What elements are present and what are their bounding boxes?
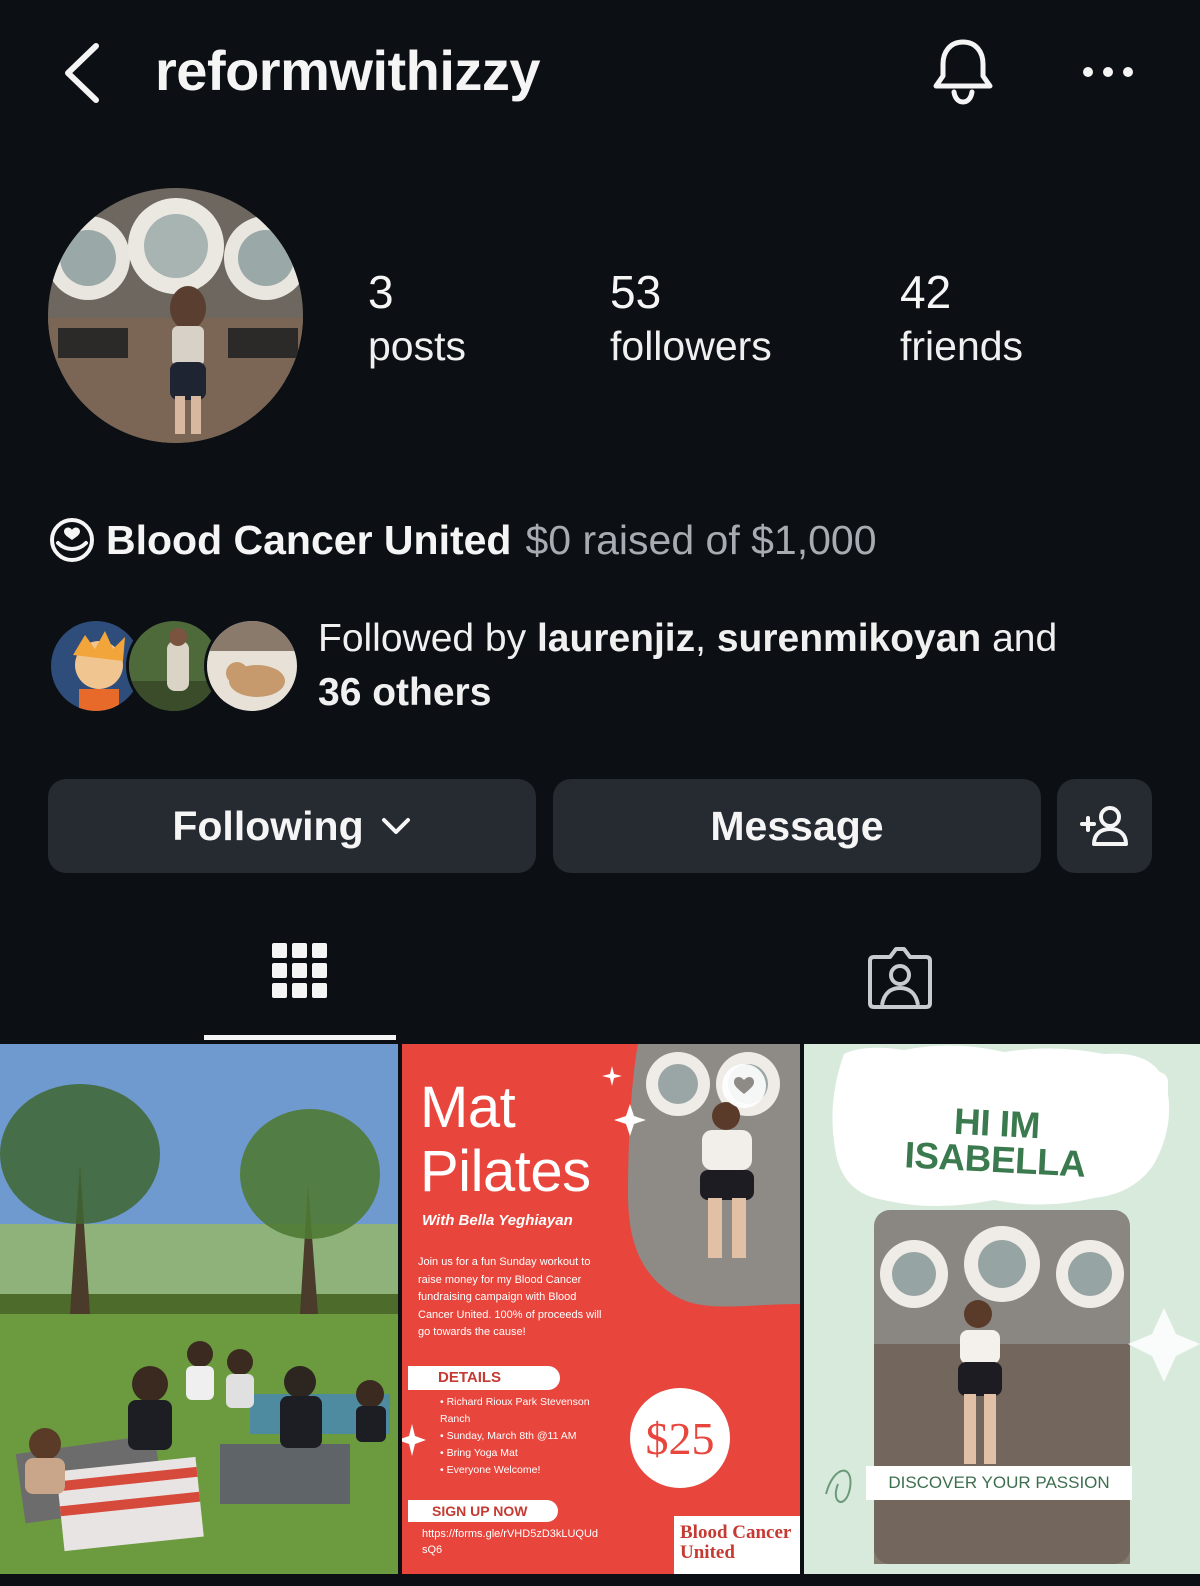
- more-options-button[interactable]: [1078, 52, 1138, 92]
- poster-detail-item: • Bring Yoga Mat: [440, 1447, 518, 1459]
- followers-label: followers: [610, 323, 772, 369]
- poster-detail-item: • Sunday, March 8th @11 AM: [440, 1430, 577, 1442]
- fundraiser-heart-icon: [50, 518, 94, 562]
- followed-by-prefix: Followed by: [318, 617, 537, 660]
- poster-org: Blood Cancer United: [674, 1516, 800, 1574]
- more-dots-icon: [1083, 67, 1133, 77]
- poster-title-line1: Mat: [420, 1075, 516, 1140]
- tagged-person-icon: [868, 947, 932, 1009]
- intro-banner: DISCOVER YOUR PASSION: [866, 1466, 1132, 1500]
- mutual-avatar: [204, 618, 300, 714]
- friends-label: friends: [900, 323, 1024, 369]
- bell-icon: [933, 39, 993, 105]
- poster-details-label: DETAILS: [408, 1366, 560, 1390]
- friends-count: 42: [900, 266, 952, 318]
- poster-title-line2: Pilates: [420, 1139, 591, 1204]
- post-thumbnail-intro[interactable]: HI IM ISABELLA DISCOVER YOUR PASSION: [804, 1044, 1200, 1574]
- poster-price: $25: [630, 1388, 730, 1488]
- poster-instructor: With Bella Yeghiayan: [422, 1212, 573, 1229]
- posts-stat[interactable]: 3 posts: [368, 266, 466, 374]
- message-label: Message: [710, 802, 884, 849]
- following-label: Following: [172, 802, 364, 849]
- fundraiser-link[interactable]: Blood Cancer United $0 raised of $1,000: [48, 510, 877, 570]
- posts-count: 3: [368, 266, 394, 318]
- poster-details-list: • Richard Rioux Park Stevenson Ranch • S…: [440, 1394, 590, 1479]
- top-bar: reformwithizzy: [0, 0, 1200, 150]
- poster-detail-item: • Richard Rioux Park Stevenson Ranch: [440, 1396, 590, 1425]
- active-tab-indicator: [204, 1035, 396, 1040]
- add-friend-button[interactable]: [1057, 779, 1152, 873]
- message-button[interactable]: Message: [553, 779, 1041, 873]
- posts-label: posts: [368, 323, 466, 369]
- followed-by-text[interactable]: Followed by laurenjiz, surenmikoyan and 3…: [318, 612, 1178, 720]
- poster-link: https://forms.gle/rVHD5zD3kLUQUdsQ6: [422, 1528, 599, 1556]
- poster-signup-label: SIGN UP NOW: [408, 1500, 558, 1522]
- mutual-followers-avatars[interactable]: [48, 618, 300, 716]
- intro-title: HI IM ISABELLA: [903, 1100, 1087, 1185]
- mutual-follower-link[interactable]: laurenjiz: [537, 617, 695, 660]
- fundraiser-amount: $0 raised of $1,000: [525, 516, 877, 563]
- add-person-icon: [1079, 806, 1128, 846]
- poster-title: Mat Pilates: [420, 1076, 591, 1204]
- grid-icon: [272, 943, 327, 998]
- notifications-button[interactable]: [930, 36, 996, 106]
- profile-username: reformwithizzy: [155, 39, 541, 102]
- tab-posts-grid[interactable]: [204, 925, 396, 1040]
- chevron-left-icon: [65, 43, 99, 103]
- friends-stat[interactable]: 42 friends: [900, 266, 1023, 374]
- fundraiser-org: Blood Cancer United: [106, 516, 512, 563]
- profile-avatar[interactable]: [48, 188, 303, 443]
- mutual-others-link[interactable]: 36 others: [318, 671, 491, 714]
- poster-description: Join us for a fun Sunday workout to rais…: [418, 1256, 602, 1338]
- followed-by-separator: ,: [695, 617, 717, 660]
- following-button[interactable]: Following: [48, 779, 536, 873]
- followers-stat[interactable]: 53 followers: [610, 266, 772, 374]
- post-thumbnail-park-photo[interactable]: [0, 1044, 398, 1574]
- back-button[interactable]: [58, 38, 108, 108]
- chevron-down-icon: [381, 818, 410, 834]
- mutual-follower-link[interactable]: surenmikoyan: [717, 617, 981, 660]
- poster-detail-item: • Everyone Welcome!: [440, 1464, 541, 1476]
- followers-count: 53: [610, 266, 662, 318]
- followed-by-and: and: [981, 617, 1058, 660]
- post-thumbnail-mat-pilates[interactable]: Mat Pilates With Bella Yeghiayan Join us…: [402, 1044, 800, 1574]
- tab-tagged[interactable]: [800, 925, 1000, 1040]
